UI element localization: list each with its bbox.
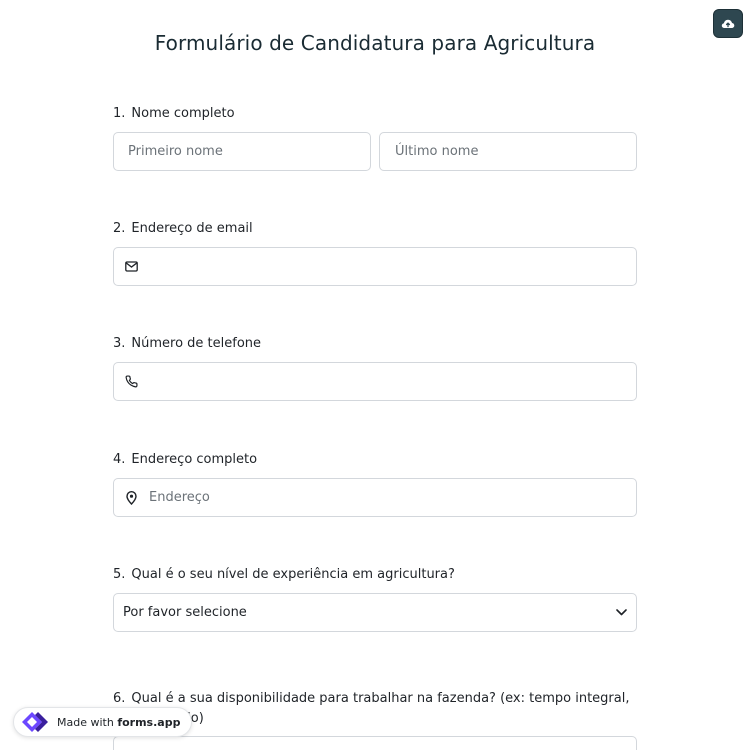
experience-selected-value: Por favor selecione [123, 605, 247, 620]
question-text: Endereço completo [131, 452, 258, 467]
forms-app-logo-icon [22, 712, 48, 732]
chevron-down-icon [616, 609, 627, 616]
question-5-label: 5. Qual é o seu nível de experiência em a… [113, 567, 455, 582]
question-number: 3. [113, 336, 126, 351]
first-name-input[interactable]: Primeiro nome [113, 132, 371, 171]
question-text: Qual é o seu nível de experiência em agr… [131, 567, 455, 582]
first-name-placeholder: Primeiro nome [128, 144, 223, 159]
page-title: Formulário de Candidatura para Agricultu… [154, 31, 596, 55]
map-pin-icon [123, 490, 139, 506]
phone-input[interactable] [113, 362, 637, 401]
badge-brand: forms.app [117, 715, 181, 729]
address-input[interactable]: Endereço [113, 478, 637, 517]
question-3-label: 3. Número de telefone [113, 336, 261, 351]
question-text: Endereço de email [131, 221, 253, 236]
question-number: 2. [113, 221, 126, 236]
badge-prefix: Made with [57, 715, 114, 729]
question-2-label: 2. Endereço de email [113, 221, 253, 236]
question-text: Número de telefone [131, 336, 262, 351]
email-input[interactable] [113, 247, 637, 286]
mail-icon [123, 259, 139, 275]
question-4-label: 4. Endereço completo [113, 452, 257, 467]
availability-input[interactable] [113, 736, 637, 750]
question-1-label: 1. Nome completo [113, 106, 235, 121]
last-name-placeholder: Último nome [395, 144, 479, 159]
experience-level-select[interactable]: Por favor selecione [113, 593, 637, 632]
phone-icon [123, 374, 139, 390]
badge-text: Made with forms.app [57, 716, 180, 729]
question-number: 6. [113, 691, 126, 706]
question-number: 4. [113, 452, 126, 467]
cloud-upload-icon [721, 19, 735, 28]
address-placeholder: Endereço [149, 490, 210, 505]
last-name-input[interactable]: Último nome [379, 132, 637, 171]
question-number: 1. [113, 106, 126, 121]
question-text: Nome completo [131, 106, 235, 121]
question-number: 5. [113, 567, 126, 582]
made-with-forms-app-badge[interactable]: Made with forms.app [13, 707, 193, 737]
